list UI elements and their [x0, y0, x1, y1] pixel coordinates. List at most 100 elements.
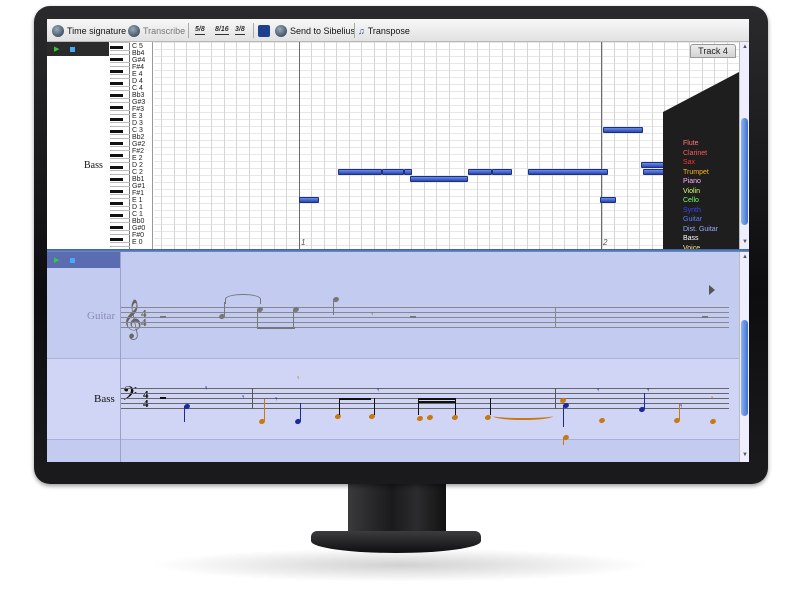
piano-roll-note[interactable]	[410, 176, 468, 182]
black-key[interactable]	[110, 118, 123, 121]
black-key[interactable]	[110, 202, 123, 205]
grid-beat-line	[652, 42, 653, 249]
scroll-down-icon[interactable]: ▼	[742, 452, 748, 458]
black-key[interactable]	[110, 82, 123, 85]
toolbar-separator	[188, 23, 189, 38]
grid-beat-line	[424, 42, 425, 249]
black-key[interactable]	[110, 238, 123, 241]
scroll-up-icon[interactable]: ▲	[742, 44, 748, 50]
grid-beat-line	[614, 42, 615, 249]
black-key[interactable]	[110, 166, 123, 169]
bar-line	[601, 42, 602, 249]
black-key[interactable]	[110, 58, 123, 61]
note-value-icon: 5/8	[195, 26, 205, 35]
instrument-item[interactable]: Cello	[683, 197, 699, 205]
grid-beat-line	[464, 42, 465, 249]
pitch-label: F#4	[132, 64, 145, 71]
transcribe-button[interactable]: Transcribe	[128, 23, 185, 38]
transpose-button[interactable]: ♫ Transpose	[358, 23, 410, 38]
staff-line	[121, 307, 729, 308]
black-key[interactable]	[110, 94, 123, 97]
black-key[interactable]	[110, 142, 123, 145]
instrument-item[interactable]: Flute	[683, 140, 699, 148]
pitch-label: Bb0	[132, 218, 145, 225]
note-value-icon: 3/8	[235, 26, 245, 35]
white-key-divider	[110, 234, 130, 235]
black-key[interactable]	[110, 106, 123, 109]
piano-roll-note[interactable]	[468, 169, 492, 175]
pitch-label: F#1	[132, 190, 145, 197]
white-key-divider	[110, 54, 130, 55]
black-key[interactable]	[110, 46, 123, 49]
black-key[interactable]	[110, 226, 123, 229]
staff-line	[121, 317, 729, 318]
score-scroll-right-icon[interactable]	[709, 285, 715, 295]
scroll-up-icon[interactable]: ▲	[742, 254, 748, 260]
note-value-button-3[interactable]: 3/8	[235, 23, 245, 38]
transpose-icon: ♫	[358, 25, 365, 36]
score-scroll-thumb[interactable]	[741, 320, 748, 416]
instrument-item[interactable]: Guitar	[683, 216, 702, 224]
grid-beat-line	[627, 42, 628, 249]
grid-beat-line	[261, 42, 262, 249]
instrument-item[interactable]: Synth	[683, 207, 701, 215]
score-scrollbar[interactable]: ▲ ▼	[739, 252, 749, 462]
note-stem	[369, 416, 370, 418]
piano-roll-note[interactable]	[338, 169, 382, 175]
note-value-button-1[interactable]: 5/8	[195, 23, 205, 38]
monitor-shadow	[150, 548, 650, 582]
stop-icon[interactable]	[70, 47, 75, 52]
black-key[interactable]	[110, 190, 123, 193]
note-stem	[184, 406, 185, 422]
piano-roll-note[interactable]	[382, 169, 404, 175]
instrument-item[interactable]: Sax	[683, 159, 695, 167]
slur	[225, 294, 261, 304]
stop-icon[interactable]	[70, 258, 75, 263]
grid-beat-line	[539, 42, 540, 249]
note-stem	[565, 398, 566, 400]
black-key[interactable]	[110, 178, 123, 181]
piano-roll-note[interactable]	[299, 197, 319, 203]
note-stem	[333, 299, 334, 315]
instrument-item[interactable]: Trumpet	[683, 169, 709, 177]
play-icon[interactable]: ▶	[54, 45, 59, 53]
app-screen: Time signature Transcribe 5/8 8/16 3/8 S…	[47, 19, 749, 462]
instrument-item[interactable]: Piano	[683, 178, 701, 186]
pitch-label: D 2	[132, 162, 143, 169]
piano-roll-scrollbar[interactable]: ▲ ▼	[739, 42, 749, 249]
grid-beat-line	[564, 42, 565, 249]
monitor-stand-neck	[348, 481, 446, 533]
play-icon[interactable]: ▶	[54, 256, 59, 264]
instrument-item[interactable]: Clarinet	[683, 150, 707, 158]
piano-roll-note[interactable]	[600, 197, 616, 203]
send-to-sibelius-button[interactable]: Send to Sibelius	[275, 23, 355, 38]
track-tab[interactable]: Track 4	[690, 44, 736, 58]
note-stem	[418, 398, 419, 415]
instrument-item[interactable]: Dist. Guitar	[683, 226, 718, 234]
note-value-button-2[interactable]: 8/16	[215, 23, 229, 38]
piano-roll-note[interactable]	[404, 169, 412, 175]
black-key[interactable]	[110, 154, 123, 157]
note-beam	[418, 401, 456, 403]
piano-roll-scroll-thumb[interactable]	[741, 118, 748, 225]
pitch-label: E 0	[132, 239, 143, 246]
black-key[interactable]	[110, 130, 123, 133]
scroll-down-icon[interactable]: ▼	[742, 239, 748, 245]
piano-keyboard[interactable]	[110, 42, 130, 249]
piano-roll-note[interactable]	[492, 169, 512, 175]
black-key[interactable]	[110, 70, 123, 73]
instrument-item[interactable]: Violin	[683, 188, 700, 196]
monitor-scene: Time signature Transcribe 5/8 8/16 3/8 S…	[0, 0, 793, 589]
piano-roll-grid[interactable]: 12	[154, 42, 739, 249]
time-signature-button[interactable]: Time signature	[52, 23, 126, 38]
black-key[interactable]	[110, 214, 123, 217]
piano-roll-note[interactable]	[603, 127, 643, 133]
toolbar: Time signature Transcribe 5/8 8/16 3/8 S…	[47, 19, 749, 42]
staff-line	[121, 312, 729, 313]
save-button[interactable]	[258, 23, 270, 38]
pitch-label: Bb4	[132, 50, 145, 57]
note-stem	[455, 398, 456, 415]
piano-roll-note[interactable]	[528, 169, 608, 175]
pitch-label: Bb2	[132, 134, 145, 141]
instrument-item[interactable]: Bass	[683, 235, 699, 243]
